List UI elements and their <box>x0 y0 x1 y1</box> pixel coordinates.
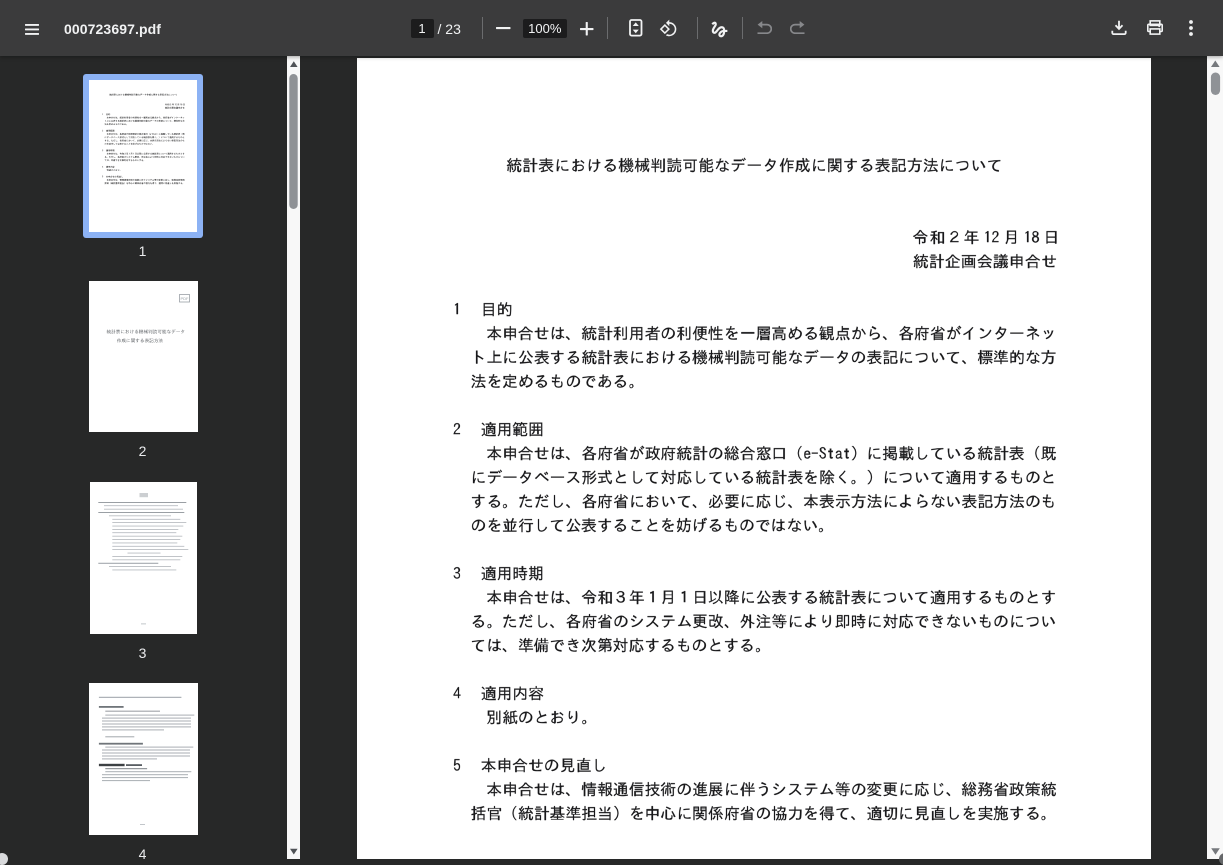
svg-text:PDF: PDF <box>180 296 189 301</box>
